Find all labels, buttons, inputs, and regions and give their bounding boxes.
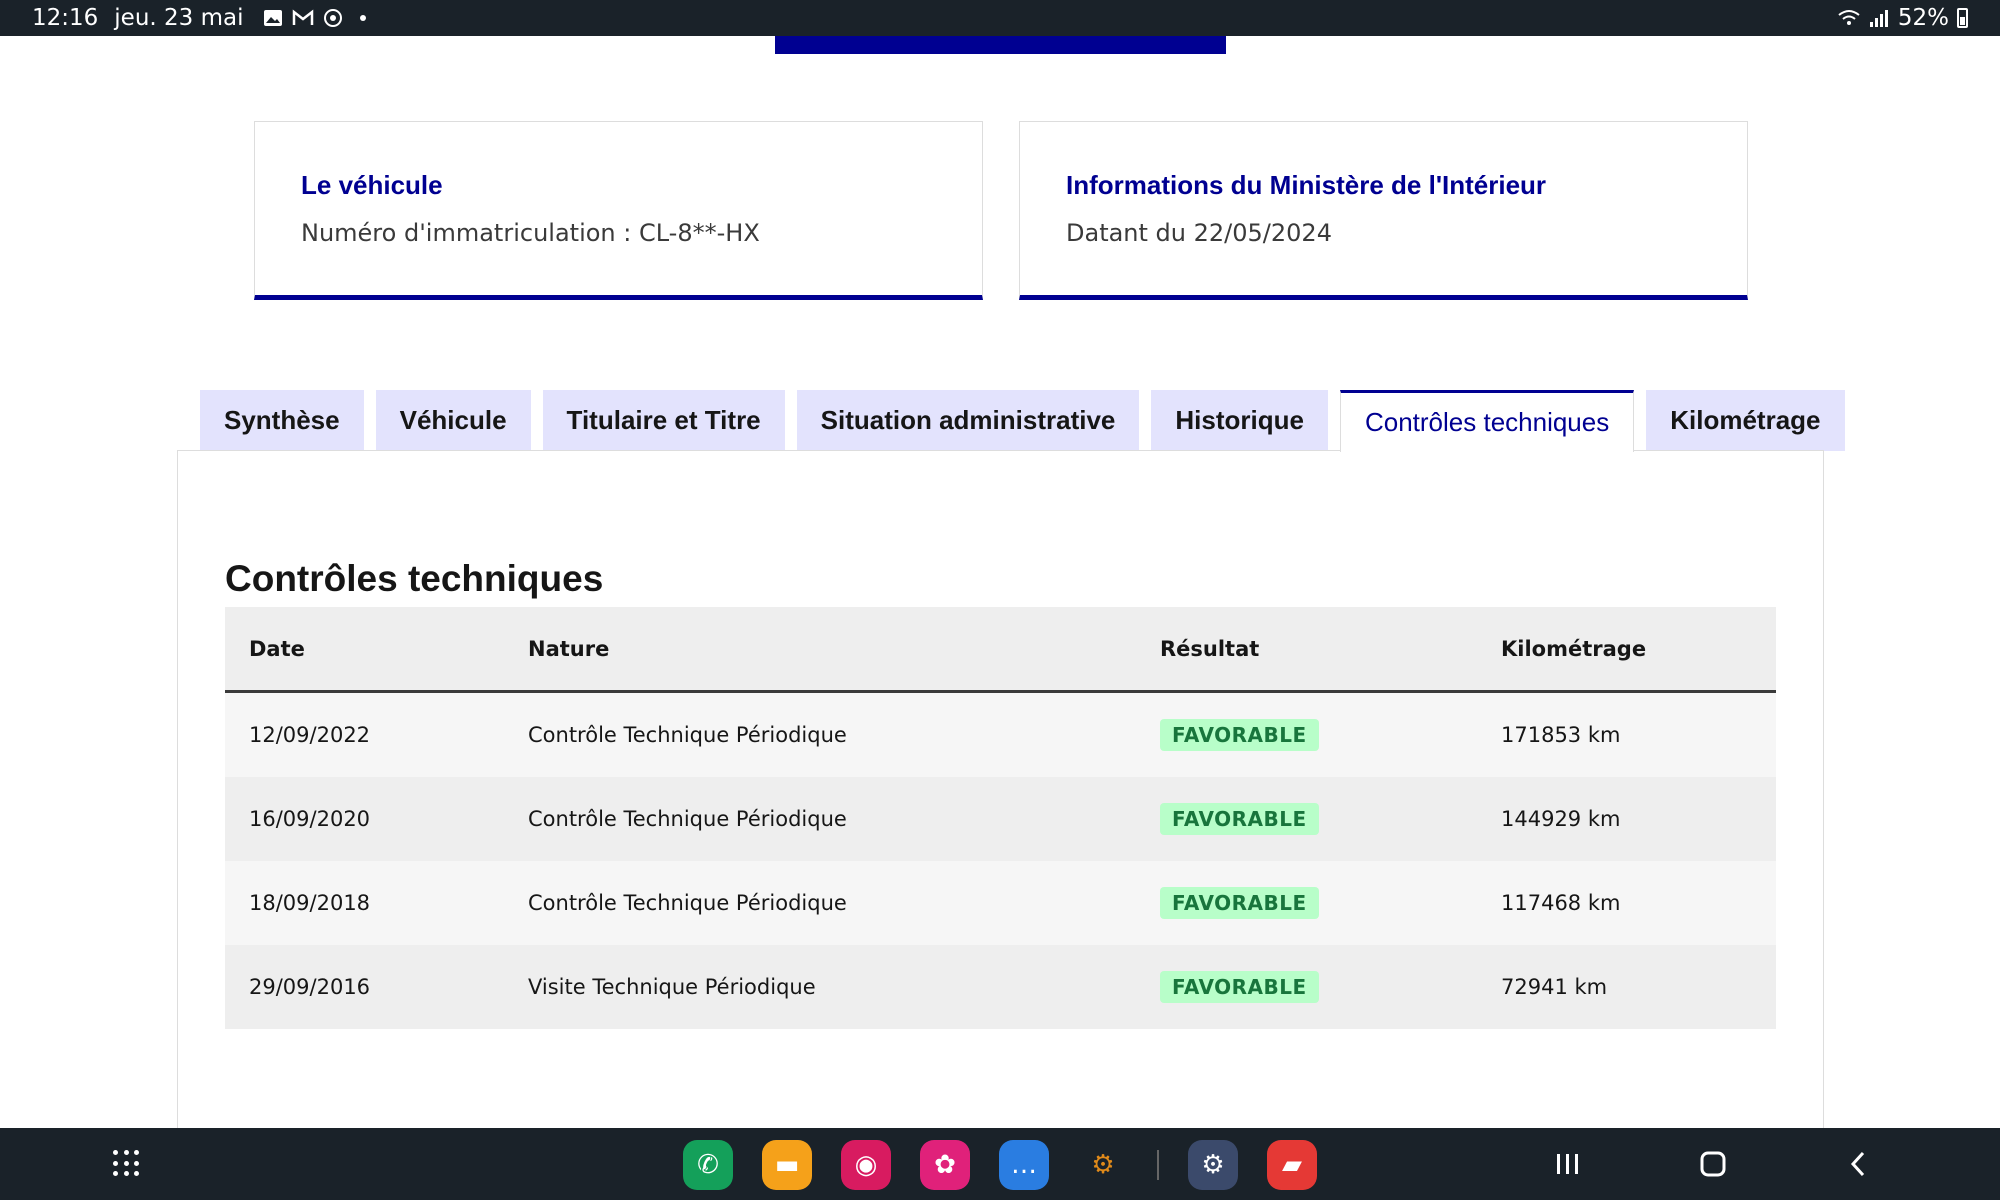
ministry-card-title: Informations du Ministère de l'Intérieur bbox=[1066, 170, 1547, 200]
section-title: Contrôles techniques bbox=[225, 558, 604, 599]
dock-divider bbox=[1157, 1150, 1159, 1180]
row-result: FAVORABLE bbox=[1136, 887, 1477, 919]
messages-app-icon[interactable]: … bbox=[999, 1140, 1049, 1190]
row-nature: Contrôle Technique Périodique bbox=[528, 807, 847, 831]
navigation-bar: ✆ ▬ ◉ ✿ … ⚙ ⚙ ▰ bbox=[0, 1128, 2000, 1200]
result-badge: FAVORABLE bbox=[1160, 971, 1319, 1003]
row-mileage: 117468 km bbox=[1501, 891, 1621, 915]
app-dock: ✆ ▬ ◉ ✿ … ⚙ ⚙ ▰ bbox=[683, 1140, 1317, 1190]
table-row: 29/09/2016 Visite Technique Périodique F… bbox=[225, 945, 1776, 1029]
back-icon[interactable] bbox=[1838, 1146, 1878, 1182]
recent-apps-icon[interactable] bbox=[1548, 1146, 1588, 1182]
row-date: 12/09/2022 bbox=[249, 723, 371, 747]
signal-icon bbox=[1868, 7, 1890, 29]
table-row: 12/09/2022 Contrôle Technique Périodique… bbox=[225, 693, 1776, 777]
row-result: FAVORABLE bbox=[1136, 803, 1477, 835]
table-header: Date Nature Résultat Kilométrage bbox=[225, 607, 1776, 693]
row-result: FAVORABLE bbox=[1136, 719, 1477, 751]
tab-historique[interactable]: Historique bbox=[1151, 390, 1328, 451]
phone-app-icon[interactable]: ✆ bbox=[683, 1140, 733, 1190]
result-badge: FAVORABLE bbox=[1160, 719, 1319, 751]
row-mileage: 144929 km bbox=[1501, 807, 1621, 831]
column-header-nature: Nature bbox=[528, 636, 610, 661]
flower-app-icon[interactable]: ✿ bbox=[920, 1140, 970, 1190]
row-nature: Visite Technique Périodique bbox=[528, 975, 816, 999]
gallery-icon bbox=[262, 7, 284, 29]
battery-icon bbox=[1957, 8, 1968, 28]
row-mileage: 72941 km bbox=[1501, 975, 1608, 999]
tab-titulaire-et-titre[interactable]: Titulaire et Titre bbox=[542, 390, 785, 451]
status-date: jeu. 23 mai bbox=[114, 5, 244, 31]
info-date: Datant du 22/05/2024 bbox=[1066, 219, 1332, 247]
row-mileage: 171853 km bbox=[1501, 723, 1621, 747]
apps-grid-icon[interactable] bbox=[113, 1150, 141, 1178]
home-icon[interactable] bbox=[1693, 1146, 1733, 1182]
files-app-icon[interactable]: ▬ bbox=[762, 1140, 812, 1190]
vehicle-card: Le véhicule Numéro d'immatriculation : C… bbox=[254, 121, 983, 300]
row-date: 29/09/2016 bbox=[249, 975, 371, 999]
tab-controles-techniques[interactable]: Contrôles techniques bbox=[1339, 390, 1635, 452]
status-time: 12:16 bbox=[32, 5, 99, 31]
inspections-table: Date Nature Résultat Kilométrage 12/09/2… bbox=[225, 607, 1776, 1029]
row-nature: Contrôle Technique Périodique bbox=[528, 891, 847, 915]
ministry-info-card: Informations du Ministère de l'Intérieur… bbox=[1019, 121, 1748, 300]
notification-icons bbox=[262, 7, 374, 29]
sync-icon bbox=[322, 7, 344, 29]
column-header-mileage: Kilométrage bbox=[1501, 636, 1647, 661]
status-bar: 12:16 jeu. 23 mai 52% bbox=[0, 0, 2000, 36]
gmail-icon bbox=[292, 7, 314, 29]
tab-kilometrage[interactable]: Kilométrage bbox=[1646, 390, 1845, 451]
tab-synthese[interactable]: Synthèse bbox=[200, 390, 364, 451]
battery-percent: 52% bbox=[1897, 5, 1949, 31]
row-nature: Contrôle Technique Périodique bbox=[528, 723, 847, 747]
wifi-icon bbox=[1838, 7, 1860, 29]
tab-vehicule[interactable]: Véhicule bbox=[375, 390, 531, 451]
row-result: FAVORABLE bbox=[1136, 971, 1477, 1003]
vehicle-card-title: Le véhicule bbox=[301, 170, 443, 200]
tab-situation-administrative[interactable]: Situation administrative bbox=[796, 390, 1140, 451]
registration-number: Numéro d'immatriculation : CL-8**-HX bbox=[301, 219, 760, 247]
column-header-result: Résultat bbox=[1160, 636, 1260, 661]
tab-list: Synthèse Véhicule Titulaire et Titre Sit… bbox=[200, 390, 1845, 452]
notes-app-icon[interactable]: ▰ bbox=[1267, 1140, 1317, 1190]
status-right: 52% bbox=[1838, 5, 1968, 31]
result-badge: FAVORABLE bbox=[1160, 887, 1319, 919]
dot-icon bbox=[352, 7, 374, 29]
obd-app-icon[interactable]: ⚙ bbox=[1078, 1140, 1128, 1190]
result-badge: FAVORABLE bbox=[1160, 803, 1319, 835]
row-date: 18/09/2018 bbox=[249, 891, 371, 915]
row-date: 16/09/2020 bbox=[249, 807, 371, 831]
settings-app-icon[interactable]: ⚙ bbox=[1188, 1140, 1238, 1190]
table-row: 16/09/2020 Contrôle Technique Périodique… bbox=[225, 777, 1776, 861]
primary-button[interactable] bbox=[775, 36, 1226, 54]
camera-app-icon[interactable]: ◉ bbox=[841, 1140, 891, 1190]
table-row: 18/09/2018 Contrôle Technique Périodique… bbox=[225, 861, 1776, 945]
column-header-date: Date bbox=[249, 636, 305, 661]
